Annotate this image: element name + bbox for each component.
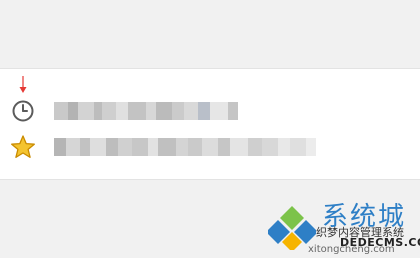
watermark: 系统城 织梦内容管理系统 DEDECMS.COM xitongcheng.com (268, 196, 420, 258)
star-icon (11, 135, 35, 158)
menu-item-history-label-obscured (54, 102, 238, 120)
windows-logo-icon (268, 206, 316, 250)
red-arrow-down-icon (19, 76, 27, 93)
menu-panel (0, 68, 420, 180)
watermark-url: xitongcheng.com (308, 244, 395, 255)
menu-item-history[interactable] (0, 93, 420, 129)
menu-item-favorites-label-obscured (54, 138, 316, 156)
menu-item-favorites[interactable] (0, 129, 420, 165)
clock-icon (12, 100, 34, 122)
